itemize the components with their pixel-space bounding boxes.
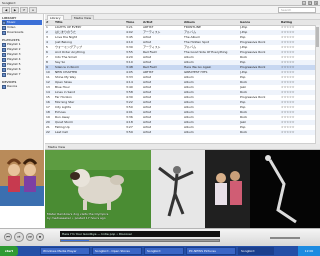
start-button[interactable]: start	[0, 246, 18, 256]
sidebar-item-device[interactable]: Device	[2, 84, 42, 89]
download-icon	[2, 30, 6, 35]
media-caption: Mister Rainbow's dog visits the Olympics…	[47, 212, 147, 220]
dancer-photo	[151, 150, 205, 228]
taskbar-item[interactable]: Songbird	[144, 247, 184, 255]
media-thumbnail[interactable]	[250, 150, 320, 228]
table-row[interactable]: 22 Last Call 3:59 Artist Album Rock ☆☆☆☆☆	[45, 130, 320, 135]
playlist-icon	[2, 67, 6, 72]
forward-button[interactable]: ▶	[11, 7, 19, 13]
play-pause-button[interactable]: ⏯	[14, 232, 24, 242]
back-button[interactable]: ◀	[2, 7, 10, 13]
minimize-button[interactable]: –	[302, 1, 306, 5]
scrollbar-thumb[interactable]	[316, 27, 319, 47]
media-view-label: Media View	[48, 145, 66, 149]
close-button[interactable]: ×	[314, 1, 318, 5]
track-list: # Title Time Artist Album Genre Rating 1…	[45, 20, 320, 144]
music-icon	[2, 20, 6, 25]
media-thumbnail[interactable]: Mister Rainbow's dog visits the Olympics…	[45, 150, 151, 228]
home-button[interactable]: ⌂	[29, 7, 37, 13]
playlist-icon	[2, 52, 6, 57]
playlist-icon	[2, 72, 6, 77]
reload-button[interactable]: ⟳	[20, 7, 28, 13]
table-cell: Album	[184, 130, 194, 134]
playlist-icon	[2, 42, 6, 47]
toolbar: ◀ ▶ ⟳ ⌂ Search	[0, 6, 320, 14]
volume-slider[interactable]	[270, 237, 300, 239]
sidebar-item-playlist[interactable]: Playlist 7	[2, 72, 42, 77]
window-title: Songbird	[2, 1, 16, 5]
window-controls: – □ ×	[302, 1, 318, 5]
taskbar-item[interactable]: Songbird - Open Stores	[92, 247, 142, 255]
playlist-icon	[2, 47, 6, 52]
maximize-button[interactable]: □	[308, 1, 312, 5]
sidebar-item-label: Device	[7, 84, 18, 88]
table-cell: 22	[46, 130, 50, 134]
media-view: Mister Rainbow's dog visits the Olympics…	[45, 150, 320, 228]
table-cell: ☆☆☆☆☆	[281, 130, 295, 134]
scrollbar[interactable]	[315, 25, 320, 144]
people-photo	[205, 150, 250, 228]
sidebar-item-label: Playlist 7	[7, 72, 21, 76]
sidebar: LIBRARY Music Video Downloads PLAYLISTS …	[0, 14, 44, 150]
taskbar: start Windows Media Player Songbird - Op…	[0, 246, 320, 256]
album-art-image	[0, 150, 44, 206]
playlist-icon	[2, 62, 6, 67]
stop-button[interactable]: ⏹	[36, 233, 44, 241]
player-controls: ⏮ ⏯ ⏭ ⏹ Here I'm Your Goodbye — Indie po…	[0, 228, 320, 246]
media-thumbnail[interactable]	[151, 150, 205, 228]
previous-button[interactable]: ⏮	[4, 233, 12, 241]
next-button[interactable]: ⏭	[26, 233, 34, 241]
sidebar-item-downloads[interactable]: Downloads	[2, 30, 42, 35]
media-caption-meta: by mediaseeker • posted 17 hours ago	[47, 216, 106, 220]
taskbar-item[interactable]: Windows Media Player	[40, 247, 90, 255]
playlist-icon	[2, 57, 6, 62]
media-thumbnail[interactable]	[205, 150, 250, 228]
taskbar-item-active[interactable]: Songbird	[238, 247, 274, 255]
search-input[interactable]: Search	[278, 7, 316, 13]
taskbar-item[interactable]: PC-NEWS Pictures	[186, 247, 236, 255]
sidebar-item-label: Downloads	[7, 30, 24, 34]
video-icon	[2, 25, 6, 30]
table-cell: Last Call	[55, 130, 68, 134]
seek-bar[interactable]	[60, 239, 220, 242]
device-icon	[2, 84, 6, 89]
album-art	[0, 150, 44, 206]
now-playing-display: Here I'm Your Goodbye — Indie pop • Disc…	[60, 231, 220, 237]
system-clock: 12:00	[298, 246, 320, 256]
silhouette-photo	[250, 150, 320, 228]
seek-progress	[61, 240, 90, 241]
table-cell: Rock	[240, 130, 248, 134]
table-cell: Artist	[143, 130, 152, 134]
table-cell: 3:59	[126, 130, 133, 134]
